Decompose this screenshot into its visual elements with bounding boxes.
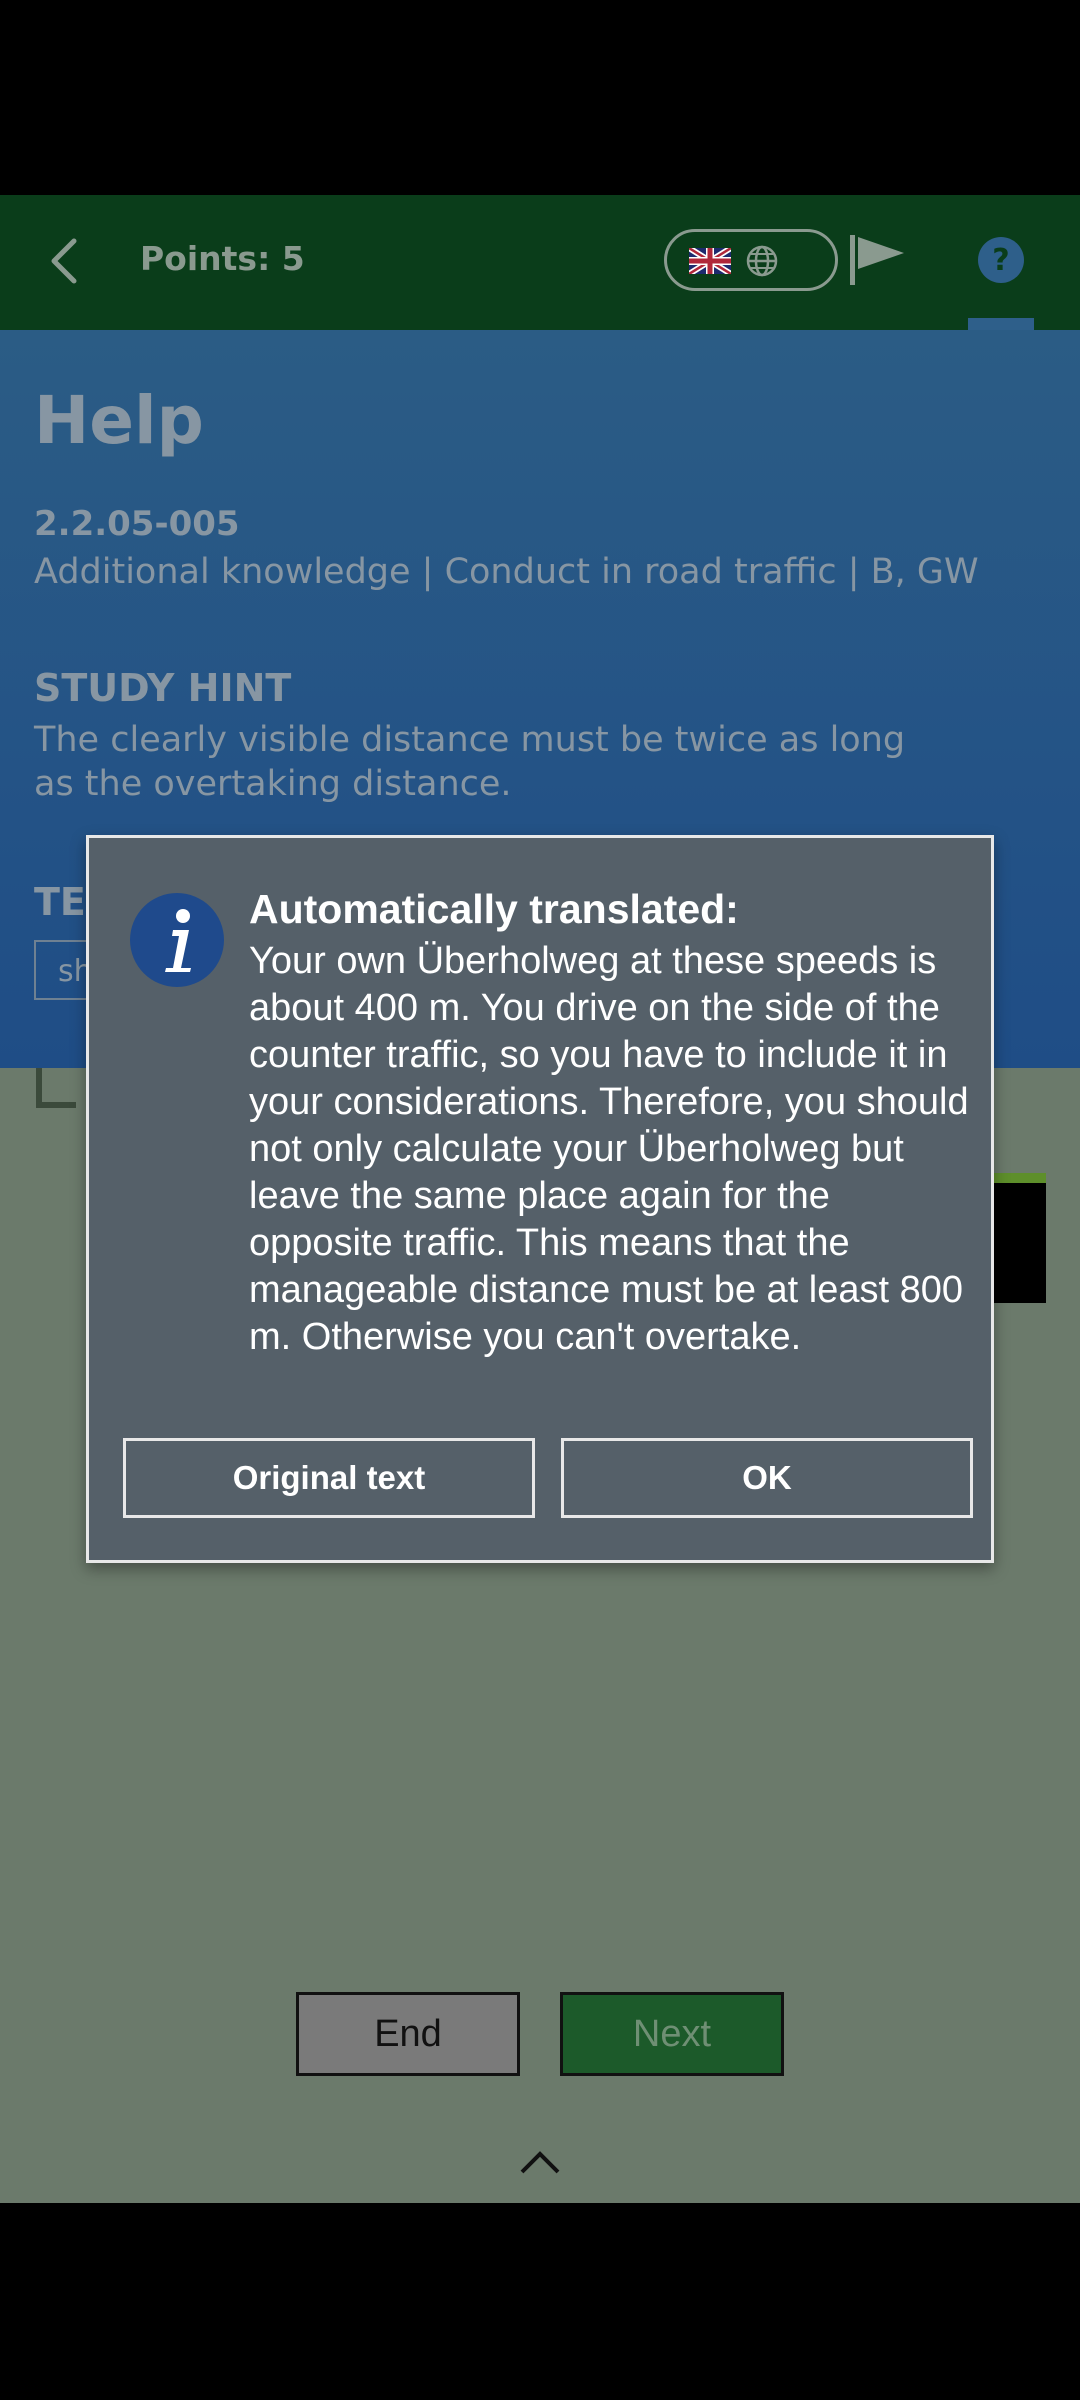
original-text-button[interactable]: Original text <box>123 1438 535 1518</box>
dialog-body: Your own Überholweg at these speeds is a… <box>249 940 969 1358</box>
dialog-title: Automatically translated: <box>249 886 739 932</box>
ok-button[interactable]: OK <box>561 1438 973 1518</box>
app-screen: Points: 5 ? Help 2.2.05-005 Additional k… <box>0 195 1080 2203</box>
translation-dialog: Automatically translated: Your own Überh… <box>86 835 994 1563</box>
info-icon <box>130 893 224 987</box>
